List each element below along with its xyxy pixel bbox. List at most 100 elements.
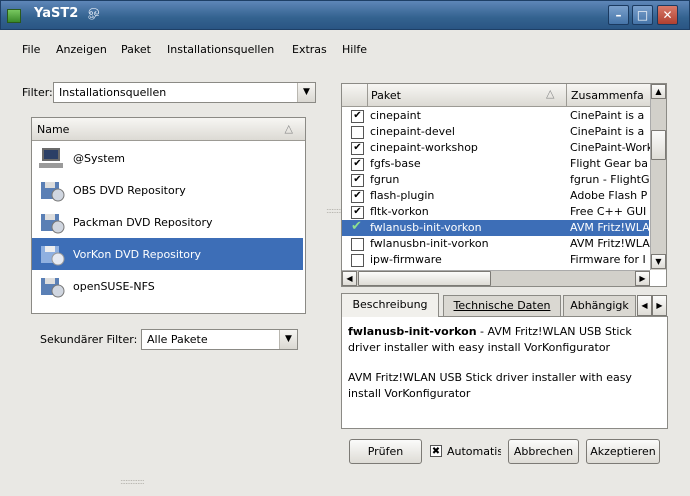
tab-technische-daten[interactable]: Technische Daten xyxy=(443,295,561,316)
hscroll-thumb[interactable] xyxy=(358,271,491,286)
summary-column-header[interactable]: Zusammenfa xyxy=(571,89,650,102)
menu-hilfe[interactable]: Hilfe xyxy=(342,43,367,56)
package-checkbox[interactable]: ✔ xyxy=(351,190,364,203)
secondary-filter-dropdown[interactable]: Alle Pakete ▼ xyxy=(141,329,298,350)
package-row[interactable]: fwlanusbn-init-vorkon AVM Fritz!WLAN xyxy=(342,236,650,252)
package-table-vscrollbar[interactable] xyxy=(650,84,666,270)
package-summary: AVM Fritz!WLAN xyxy=(570,221,650,234)
package-row[interactable]: ✔ fltk-vorkon Free C++ GUI xyxy=(342,204,649,220)
package-checkbox[interactable] xyxy=(351,126,364,139)
header-divider xyxy=(566,84,567,107)
package-name: cinepaint-devel xyxy=(370,125,455,138)
sort-icon: △ xyxy=(284,122,293,135)
description-summary: fwlanusb-init-vorkon - AVM Fritz!WLAN US… xyxy=(348,324,661,356)
package-row[interactable]: ✔ cinepaint CinePaint is a xyxy=(342,108,649,124)
filter-label: Filter: xyxy=(22,86,53,99)
tab-abhaengigkeiten[interactable]: Abhängigk xyxy=(563,295,636,316)
repo-item-opensuse-nfs[interactable]: openSUSE-NFS xyxy=(32,270,303,302)
package-row[interactable]: cinepaint-devel CinePaint is a xyxy=(342,124,649,140)
auto-checkbox[interactable]: ✖ xyxy=(430,445,442,457)
package-summary: CinePaint is a xyxy=(570,109,645,122)
bottom-splitter-grip[interactable]: :::::::::::::: xyxy=(120,477,145,486)
tab-scroll-right-button[interactable]: ▶ xyxy=(652,295,667,316)
disk-icon xyxy=(41,214,65,234)
package-name: ipw-firmware xyxy=(370,253,442,266)
package-checkbox[interactable] xyxy=(351,254,364,267)
package-summary: CinePaint is a xyxy=(570,125,645,138)
scroll-right-button[interactable]: ▶ xyxy=(635,271,650,286)
description-panel: fwlanusb-init-vorkon - AVM Fritz!WLAN US… xyxy=(341,316,668,429)
auto-checkbox-label[interactable]: Automatis xyxy=(447,445,501,458)
package-checkbox[interactable]: ✔ xyxy=(351,142,364,155)
package-checkbox[interactable]: ✔ xyxy=(351,158,364,171)
repo-label: Packman DVD Repository xyxy=(73,216,213,229)
package-checkbox[interactable] xyxy=(351,238,364,251)
package-checkbox[interactable]: ✔ xyxy=(351,206,364,219)
package-summary: CinePaint-Work xyxy=(570,141,650,154)
tab-scroll-left-button[interactable]: ◀ xyxy=(637,295,652,316)
package-summary: AVM Fritz!WLAN xyxy=(570,237,650,250)
package-name: cinepaint xyxy=(370,109,421,122)
filter-value: Installationsquellen xyxy=(59,86,167,99)
chevron-down-icon: ▼ xyxy=(279,330,297,349)
menu-file[interactable]: File xyxy=(22,43,40,56)
app-icon xyxy=(7,9,21,23)
scroll-up-button[interactable]: ▲ xyxy=(651,84,666,99)
package-name: fwlanusb-init-vorkon xyxy=(370,221,482,234)
name-column-header: Name xyxy=(37,123,70,136)
package-summary: Adobe Flash P xyxy=(570,189,648,202)
title-decoration-icon: ௐ xyxy=(88,3,102,19)
sort-icon[interactable]: △ xyxy=(546,87,554,100)
repo-item-vorkon[interactable]: VorKon DVD Repository xyxy=(32,238,303,270)
close-button[interactable]: ✕ xyxy=(657,5,678,25)
package-row[interactable]: ✔ fgrun fgrun - FlightG xyxy=(342,172,650,188)
package-name: fgrun xyxy=(370,173,400,186)
package-name: cinepaint-workshop xyxy=(370,141,478,154)
menu-installationsquellen[interactable]: Installationsquellen xyxy=(167,43,274,56)
repo-item-packman[interactable]: Packman DVD Repository xyxy=(32,206,303,238)
minimize-button[interactable]: – xyxy=(608,5,629,25)
secondary-filter-label: Sekundärer Filter: xyxy=(40,333,138,346)
package-name: fgfs-base xyxy=(370,157,421,170)
repository-list-header[interactable]: Name △ xyxy=(32,118,305,141)
menu-paket[interactable]: Paket xyxy=(121,43,151,56)
scroll-down-button[interactable]: ▼ xyxy=(651,254,666,269)
menu-anzeigen[interactable]: Anzeigen xyxy=(56,43,107,56)
package-name: fwlanusbn-init-vorkon xyxy=(370,237,489,250)
menu-extras[interactable]: Extras xyxy=(292,43,327,56)
package-row[interactable]: ipw-firmware Firmware for I xyxy=(342,252,649,268)
package-summary: Firmware for I xyxy=(570,253,646,266)
accept-button[interactable]: Akzeptieren xyxy=(586,439,660,464)
vertical-splitter-grip[interactable]: :::::::::::::: xyxy=(326,207,351,215)
header-divider xyxy=(367,84,368,107)
package-row[interactable]: ✔ fgfs-base Flight Gear ba xyxy=(342,156,649,172)
description-long: AVM Fritz!WLAN USB Stick driver installe… xyxy=(348,371,632,400)
repo-label: VorKon DVD Repository xyxy=(73,248,202,261)
description-package-name: fwlanusb-init-vorkon xyxy=(348,325,477,338)
repo-item-system[interactable]: @System xyxy=(32,142,303,174)
computer-icon xyxy=(39,148,63,168)
vscroll-thumb[interactable] xyxy=(651,130,666,160)
package-checkbox[interactable]: ✔ xyxy=(351,110,364,123)
window-title: YaST2 xyxy=(34,6,79,21)
package-summary: Free C++ GUI xyxy=(570,205,647,218)
package-row[interactable]: ✔ cinepaint-workshop CinePaint-Work xyxy=(342,140,650,156)
tab-beschreibung[interactable]: Beschreibung xyxy=(341,293,439,317)
maximize-button[interactable]: □ xyxy=(632,5,653,25)
package-checkbox[interactable]: ✔ xyxy=(351,220,362,233)
filter-dropdown[interactable]: Installationsquellen ▼ xyxy=(53,82,316,103)
cancel-button[interactable]: Abbrechen xyxy=(508,439,579,464)
scroll-left-button[interactable]: ◀ xyxy=(342,271,357,286)
disk-icon xyxy=(41,246,65,266)
repo-label: openSUSE-NFS xyxy=(73,280,155,293)
package-row-selected[interactable]: ✔ fwlanusb-init-vorkon AVM Fritz!WLAN xyxy=(342,220,650,236)
check-button[interactable]: Prüfen xyxy=(349,439,422,464)
repo-item-obs[interactable]: OBS DVD Repository xyxy=(32,174,303,206)
package-column-header[interactable]: Paket xyxy=(371,89,401,102)
package-row[interactable]: ✔ flash-plugin Adobe Flash P xyxy=(342,188,649,204)
package-summary: fgrun - FlightG xyxy=(570,173,650,186)
package-name: fltk-vorkon xyxy=(370,205,429,218)
title-bar[interactable] xyxy=(0,0,690,30)
package-checkbox[interactable]: ✔ xyxy=(351,174,364,187)
secondary-filter-value: Alle Pakete xyxy=(147,333,208,346)
